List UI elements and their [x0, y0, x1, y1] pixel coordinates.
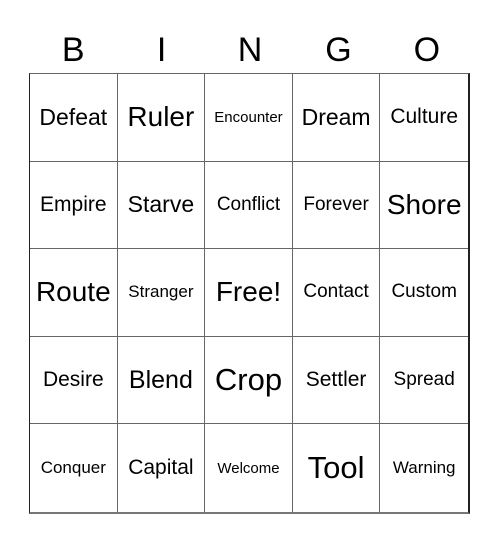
bingo-cell[interactable]: Blend	[117, 336, 206, 425]
bingo-cell[interactable]: Defeat	[30, 74, 118, 162]
bingo-cell[interactable]: Settler	[292, 336, 381, 425]
bingo-cell[interactable]: Tool	[293, 424, 381, 512]
bingo-grid: Defeat Ruler Encounter Dream Culture Emp…	[29, 73, 470, 514]
bingo-cell[interactable]: Forever	[292, 161, 381, 250]
bingo-header: B I N G O	[29, 28, 471, 72]
bingo-cell[interactable]: Welcome	[205, 424, 293, 512]
bingo-cell[interactable]: Spread	[380, 337, 468, 425]
bingo-cell[interactable]: Starve	[117, 161, 206, 250]
bingo-cell[interactable]: Dream	[292, 74, 381, 162]
bingo-cell[interactable]: Warning	[380, 424, 468, 512]
bingo-cell[interactable]: Route	[30, 249, 118, 337]
header-letter-o: O	[413, 31, 441, 69]
bingo-cell[interactable]: Conquer	[30, 424, 118, 512]
header-letter-g: G	[325, 31, 352, 69]
bingo-cell[interactable]: Capital	[118, 424, 206, 512]
bingo-cell[interactable]: Desire	[30, 336, 118, 425]
header-letter-n: N	[237, 31, 263, 69]
bingo-cell[interactable]: Encounter	[205, 74, 293, 162]
header-letter-i: I	[156, 31, 167, 69]
bingo-cell[interactable]: Empire	[30, 161, 118, 250]
free-space-cell[interactable]: Free!	[205, 249, 293, 337]
bingo-cell[interactable]: Conflict	[205, 161, 293, 250]
bingo-cell[interactable]: Ruler	[117, 74, 206, 162]
bingo-cell[interactable]: Crop	[205, 336, 293, 425]
bingo-cell[interactable]: Custom	[380, 249, 468, 337]
bingo-cell[interactable]: Culture	[380, 74, 468, 162]
header-letter-b: B	[61, 31, 85, 69]
bingo-cell[interactable]: Contact	[292, 249, 381, 337]
bingo-cell[interactable]: Shore	[380, 162, 468, 250]
bingo-cell[interactable]: Stranger	[117, 249, 206, 337]
